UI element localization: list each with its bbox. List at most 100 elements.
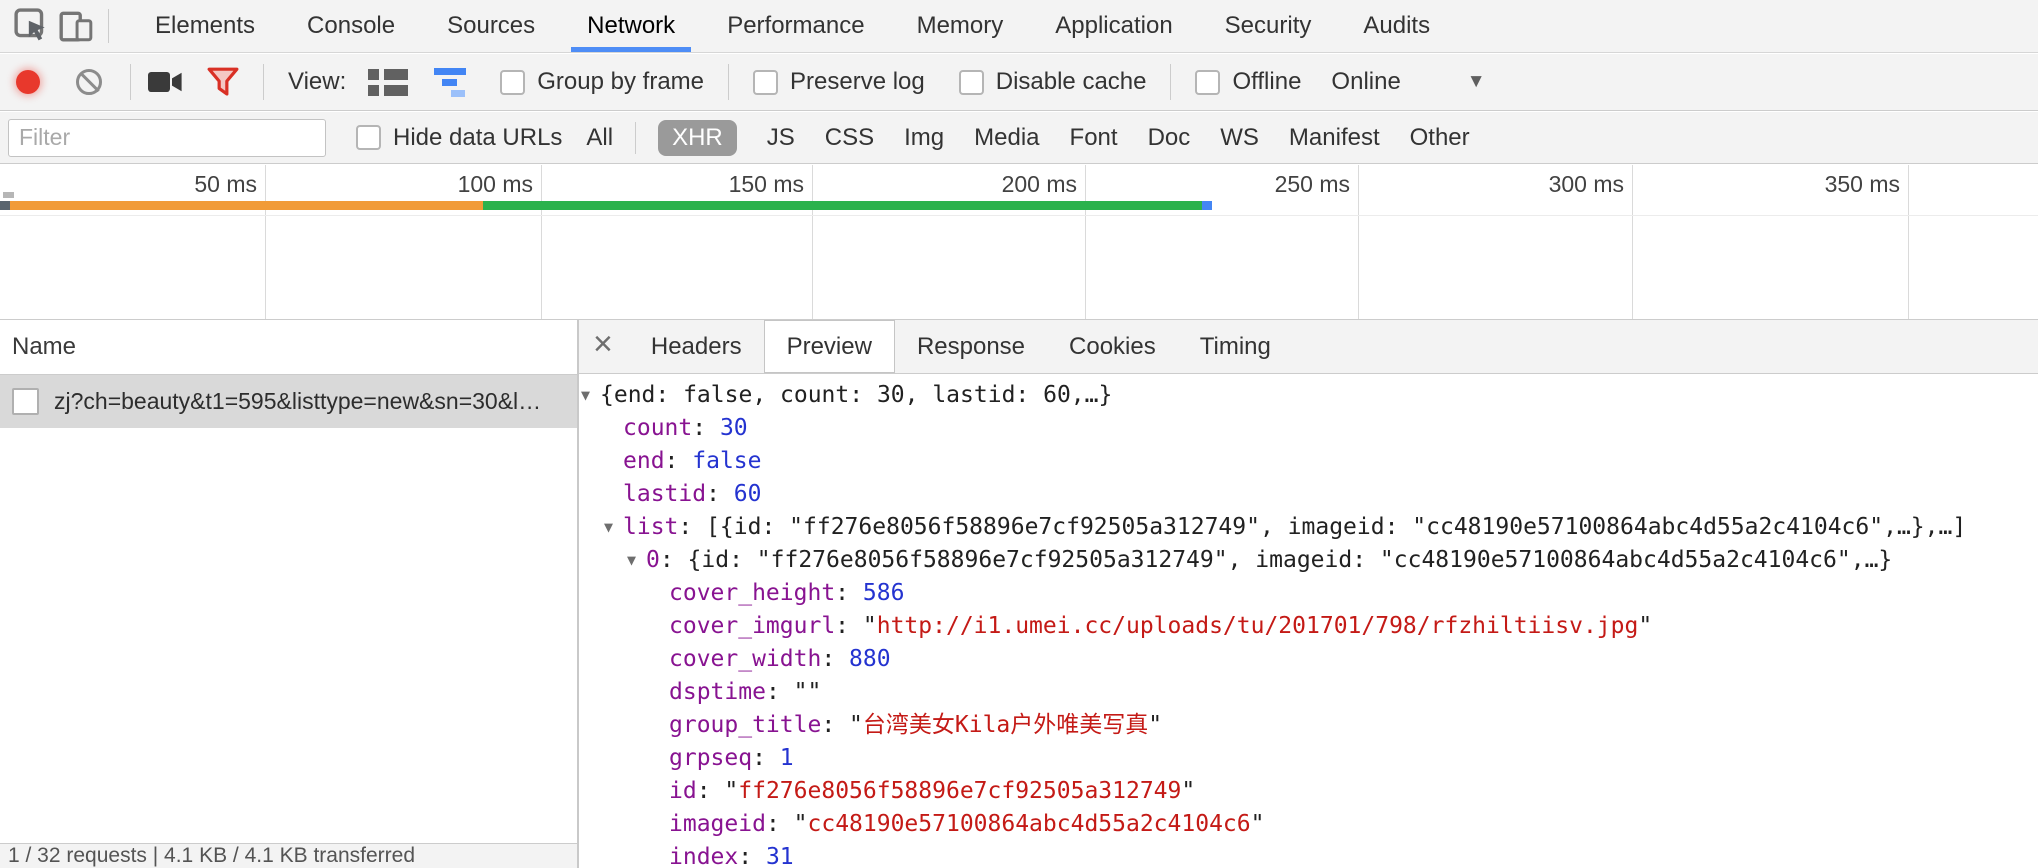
waterfall-view-icon[interactable]	[434, 68, 474, 97]
filter-type-img[interactable]: Img	[904, 124, 944, 152]
json-plain: :	[752, 745, 780, 771]
filter-type-manifest[interactable]: Manifest	[1289, 124, 1380, 152]
json-plain: :	[706, 481, 734, 507]
overview-segment-waiting	[10, 201, 483, 210]
json-key: group_title	[669, 712, 821, 738]
preview-line: cover_height: 586	[579, 577, 2038, 610]
disable-cache-checkbox[interactable]: Disable cache	[959, 68, 1147, 96]
hide-data-urls-checkbox[interactable]: Hide data URLs	[356, 124, 562, 152]
checkbox-box[interactable]	[356, 125, 381, 150]
expand-arrow-icon[interactable]: ▼	[627, 544, 636, 577]
divider	[635, 122, 636, 154]
json-num: false	[692, 448, 761, 474]
timeline-tick-label: 50 ms	[97, 171, 257, 198]
divider	[130, 64, 131, 100]
preview-line: end: false	[579, 445, 2038, 478]
expand-arrow-icon[interactable]: ▼	[604, 511, 613, 544]
record-icon[interactable]	[16, 70, 40, 94]
checkbox-box[interactable]	[1195, 70, 1220, 95]
list-view-icon[interactable]	[368, 69, 408, 96]
detail-tab-cookies[interactable]: Cookies	[1047, 320, 1178, 373]
json-num: 586	[863, 580, 905, 606]
filter-funnel-icon[interactable]	[201, 60, 245, 104]
timeline-tick-label: 300 ms	[1464, 171, 1624, 198]
request-name: zj?ch=beauty&t1=595&listtype=new&sn=30&l…	[54, 388, 541, 415]
preview-line: id: "ff276e8056f58896e7cf92505a312749"	[579, 775, 2038, 808]
expand-arrow-icon[interactable]: ▼	[581, 379, 590, 412]
close-icon[interactable]: ×	[579, 325, 629, 368]
filter-type-other[interactable]: Other	[1410, 124, 1470, 152]
tab-audits[interactable]: Audits	[1337, 0, 1456, 52]
json-str: http://i1.umei.cc/uploads/tu/201701/798/…	[877, 613, 1639, 639]
preview-line[interactable]: ▼0: {id: "ff276e8056f58896e7cf92505a3127…	[579, 544, 2038, 577]
detail-tab-timing[interactable]: Timing	[1178, 320, 1293, 373]
filter-type-media[interactable]: Media	[974, 124, 1039, 152]
timeline-tick-label: 350 ms	[1740, 171, 1900, 198]
preview-line[interactable]: ▼{end: false, count: 30, lastid: 60,…}	[579, 379, 2038, 412]
json-num: 30	[720, 415, 748, 441]
filter-input[interactable]	[8, 119, 326, 157]
json-num: 60	[734, 481, 762, 507]
detail-tab-response[interactable]: Response	[895, 320, 1047, 373]
request-row[interactable]: zj?ch=beauty&t1=595&listtype=new&sn=30&l…	[0, 375, 577, 428]
device-toolbar-icon[interactable]	[54, 4, 98, 48]
main-tab-bar: ElementsConsoleSourcesNetworkPerformance…	[0, 0, 2038, 53]
preview-line: lastid: 60	[579, 478, 2038, 511]
json-plain: "	[1251, 811, 1265, 837]
timeline-gridline	[1632, 165, 1633, 319]
tab-console[interactable]: Console	[281, 0, 421, 52]
tab-network[interactable]: Network	[561, 0, 701, 52]
inspect-element-icon[interactable]	[10, 4, 54, 48]
json-plain: :	[835, 613, 863, 639]
detail-tab-preview[interactable]: Preview	[764, 320, 895, 373]
filter-type-xhr[interactable]: XHR	[658, 120, 737, 156]
json-key: cover_width	[669, 646, 821, 672]
tab-application[interactable]: Application	[1029, 0, 1198, 52]
name-header-label: Name	[12, 333, 76, 361]
group-by-frame-checkbox[interactable]: Group by frame	[500, 68, 704, 96]
tool-icons	[0, 0, 129, 52]
json-plain: :	[692, 415, 720, 441]
overview-segment-queueing	[0, 201, 10, 210]
preview-line[interactable]: ▼list: [{id: "ff276e8056f58896e7cf92505a…	[579, 511, 2038, 544]
timeline-gridline	[265, 165, 266, 319]
chevron-down-icon: ▼	[1467, 71, 1486, 93]
hide-data-urls-label: Hide data URLs	[393, 124, 562, 152]
status-bar: 1 / 32 requests | 4.1 KB / 4.1 KB transf…	[0, 843, 577, 868]
checkbox-box[interactable]	[753, 70, 778, 95]
timeline-overview[interactable]: 50 ms100 ms150 ms200 ms250 ms300 ms350 m…	[0, 165, 2038, 320]
network-conditions-select[interactable]: Online ▼	[1331, 68, 1485, 96]
offline-checkbox[interactable]: Offline	[1195, 68, 1301, 96]
tab-memory[interactable]: Memory	[891, 0, 1030, 52]
json-plain: "	[849, 712, 863, 738]
tab-performance[interactable]: Performance	[701, 0, 890, 52]
tab-sources[interactable]: Sources	[421, 0, 561, 52]
tab-security[interactable]: Security	[1199, 0, 1338, 52]
detail-tab-headers[interactable]: Headers	[629, 320, 764, 373]
divider	[108, 9, 109, 43]
timeline-gridline	[1358, 165, 1359, 319]
filter-type-doc[interactable]: Doc	[1148, 124, 1191, 152]
preview-line: cover_width: 880	[579, 643, 2038, 676]
name-column-header[interactable]: Name	[0, 320, 577, 375]
filter-type-css[interactable]: CSS	[825, 124, 874, 152]
preserve-log-checkbox[interactable]: Preserve log	[753, 68, 925, 96]
checkbox-box[interactable]	[959, 70, 984, 95]
json-plain: :	[766, 811, 794, 837]
ruler-divider	[0, 215, 2038, 216]
checkbox-box[interactable]	[500, 70, 525, 95]
overview-segment-content-download	[483, 201, 1202, 210]
preview-line: dsptime: ""	[579, 676, 2038, 709]
json-str: cc48190e57100864abc4d55a2c4104c6	[808, 811, 1251, 837]
network-toolbar: View: Group by frame Preserve log Disabl…	[0, 54, 2038, 111]
devtools-window: ElementsConsoleSourcesNetworkPerformance…	[0, 0, 2038, 868]
filter-type-ws[interactable]: WS	[1220, 124, 1259, 152]
clear-icon[interactable]	[76, 69, 102, 95]
preview-line: imageid: "cc48190e57100864abc4d55a2c4104…	[579, 808, 2038, 841]
filter-type-js[interactable]: JS	[767, 124, 795, 152]
filter-type-all[interactable]: All	[586, 124, 613, 152]
filter-type-font[interactable]: Font	[1070, 124, 1118, 152]
json-plain: "	[1181, 778, 1195, 804]
tab-elements[interactable]: Elements	[129, 0, 281, 52]
camera-icon[interactable]	[143, 60, 187, 104]
